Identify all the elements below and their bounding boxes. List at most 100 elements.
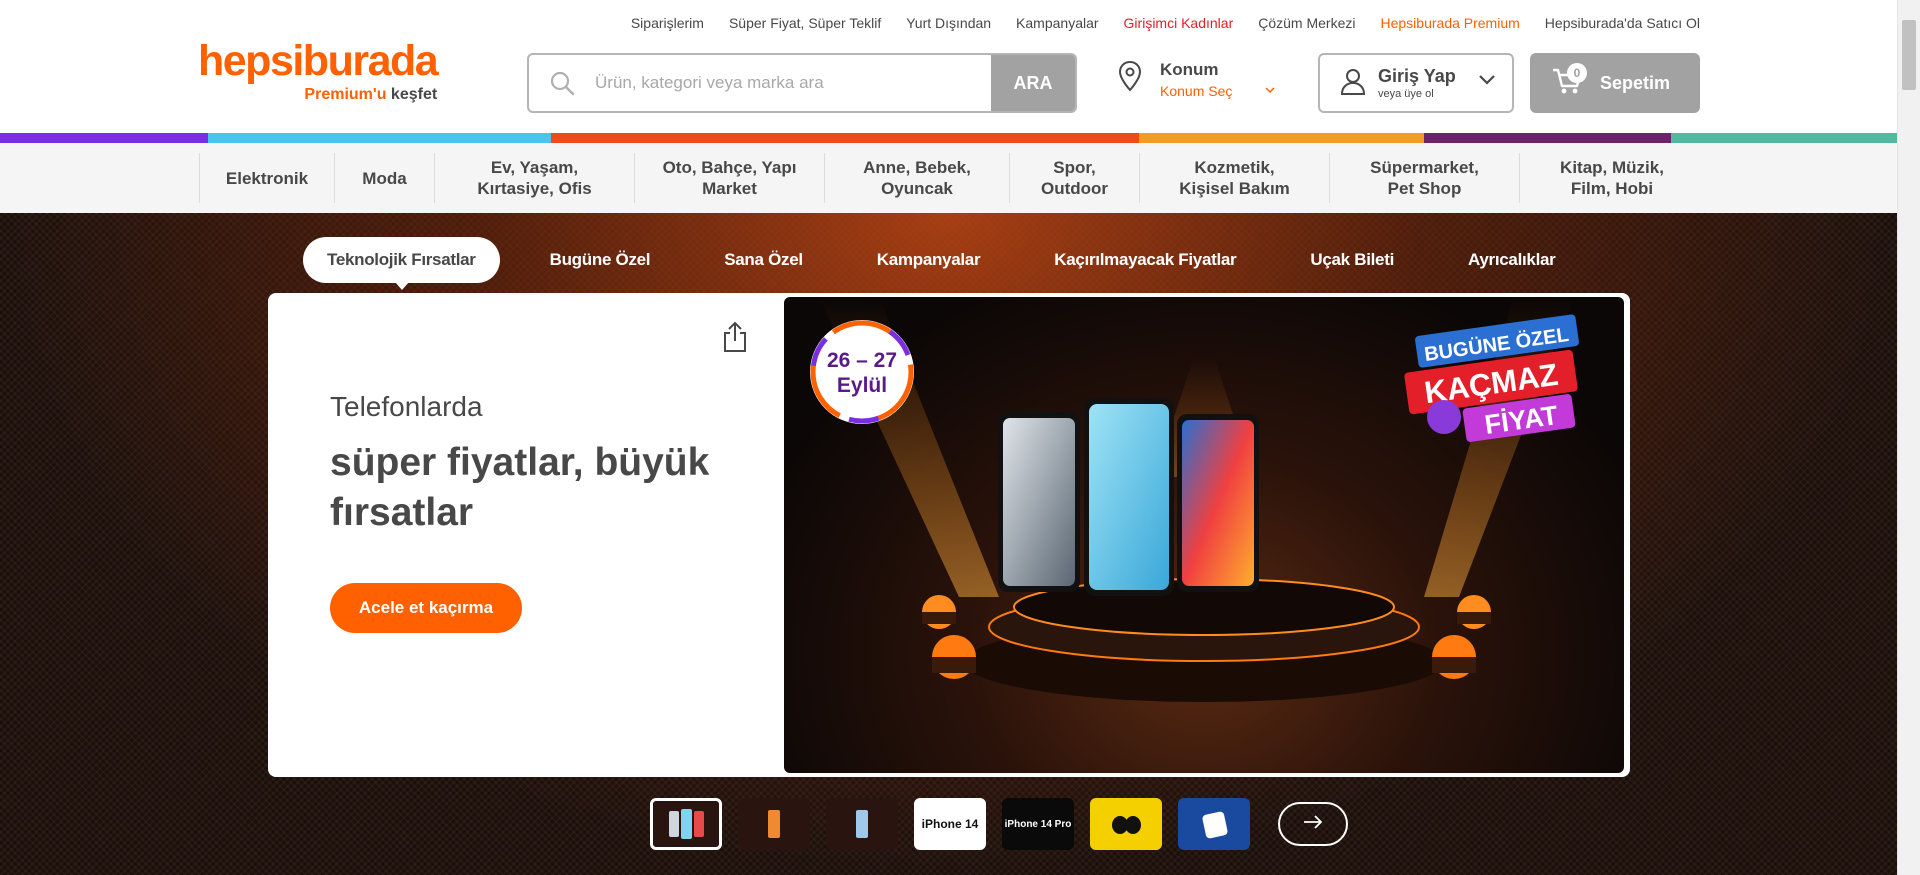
- hero-panel: Telefonlarda süper fiyatlar, büyük fırsa…: [268, 293, 1630, 777]
- cart-count-badge: 0: [1567, 63, 1587, 83]
- thumbnail-label: iPhone 14 Pro: [1004, 818, 1072, 830]
- top-links: Siparişlerim Süper Fiyat, Süper Teklif Y…: [620, 15, 1700, 31]
- category-label: Market: [702, 179, 757, 198]
- top-link-women-entrepreneurs[interactable]: Girişimci Kadınlar: [1124, 15, 1234, 31]
- logo-tagline-premium: Premium'u: [304, 86, 387, 103]
- category-fashion[interactable]: Moda: [334, 153, 434, 203]
- phone-center-screen: [1089, 404, 1169, 590]
- stripe-orange: [1139, 133, 1424, 143]
- user-icon: [1340, 67, 1366, 100]
- siren-light: [1432, 635, 1476, 679]
- thumbnail-label: iPhone 14: [921, 817, 979, 831]
- page-scrollbar[interactable]: [1897, 0, 1920, 875]
- location-subtitle: Konum Seç: [1160, 83, 1233, 99]
- search-bar: ARA: [527, 53, 1077, 113]
- hero-thumbnails: iPhone 14 iPhone 14 Pro: [650, 798, 1348, 850]
- date-badge-line1: 26 – 27: [827, 349, 897, 372]
- hero-section: Teknolojik Fırsatlar Bugüne Özel Sana Öz…: [0, 213, 1897, 875]
- top-link-super-price[interactable]: Süper Fiyat, Süper Teklif: [729, 15, 881, 31]
- account-login-button[interactable]: Giriş Yap veya üye ol: [1318, 53, 1514, 113]
- category-label: Outdoor: [1040, 179, 1109, 198]
- logo-tagline-discover: keşfet: [390, 86, 438, 103]
- logo-tagline[interactable]: Premium'u keşfet: [304, 86, 437, 104]
- tab-for-you[interactable]: Sana Özel: [700, 237, 827, 283]
- chevron-down-icon: [1478, 73, 1496, 91]
- tab-flight-tickets[interactable]: Uçak Bileti: [1286, 237, 1418, 283]
- stripe-purple: [0, 133, 208, 143]
- search-icon: [529, 55, 595, 111]
- category-label: Süpermarket,: [1370, 158, 1479, 177]
- stripe-plum: [1424, 133, 1671, 143]
- thumbnails-next-button[interactable]: [1278, 802, 1348, 846]
- tab-tech-deals[interactable]: Teknolojik Fırsatlar: [303, 237, 500, 290]
- logo-brand-text[interactable]: hepsiburada: [198, 36, 439, 86]
- tab-privileges[interactable]: Ayrıcalıklar: [1444, 237, 1579, 283]
- top-link-orders[interactable]: Siparişlerim: [631, 15, 704, 31]
- phone-right-screen: [1182, 420, 1254, 586]
- cart-label: Sepetim: [1600, 72, 1671, 93]
- phone-left-screen: [1003, 418, 1075, 586]
- hero-title: süper fiyatlar, büyük fırsatlar: [330, 441, 710, 534]
- category-sport-outdoor[interactable]: Spor, Outdoor: [1009, 153, 1139, 203]
- thumbnail-earbuds[interactable]: [1090, 798, 1162, 850]
- thumbnail-device[interactable]: [1178, 798, 1250, 850]
- stripe-green: [1671, 133, 1897, 143]
- top-link-become-seller[interactable]: Hepsiburada'da Satıcı Ol: [1545, 15, 1700, 31]
- search-button[interactable]: ARA: [991, 55, 1075, 111]
- siren-light: [932, 635, 976, 679]
- account-title: Giriş Yap: [1378, 66, 1456, 86]
- thumbnail-iphone14-pro[interactable]: iPhone 14 Pro: [1002, 798, 1074, 850]
- top-link-help-center[interactable]: Çözüm Merkezi: [1258, 15, 1355, 31]
- scrollbar-thumb[interactable]: [1902, 20, 1916, 90]
- category-label: Film, Hobi: [1570, 179, 1654, 198]
- hero-cta-button[interactable]: Acele et kaçırma: [330, 583, 522, 633]
- category-label: Ev, Yaşam,: [490, 158, 579, 177]
- promo-badge: BUGÜNE ÖZEL KAÇMAZ FİYAT: [1404, 314, 1579, 442]
- siren-light: [922, 595, 956, 629]
- date-badge: 26 – 27 Eylül: [810, 320, 914, 424]
- location-pin-icon: [1118, 60, 1142, 97]
- tab-today-special[interactable]: Bugüne Özel: [526, 237, 675, 283]
- color-stripe: [0, 133, 1897, 143]
- site-logo[interactable]: hepsiburada Premium'u keşfet: [198, 36, 439, 103]
- siren-light: [1457, 595, 1491, 629]
- thumbnail-phone-orange[interactable]: [738, 798, 810, 850]
- top-link-premium[interactable]: Hepsiburada Premium: [1381, 15, 1520, 31]
- hero-banner-image[interactable]: 26 – 27 Eylül BUGÜNE ÖZEL KAÇMAZ FİYAT: [784, 297, 1624, 773]
- category-electronics[interactable]: Elektronik: [199, 153, 334, 203]
- share-icon[interactable]: [722, 321, 748, 358]
- category-home-living[interactable]: Ev, Yaşam, Kırtasiye, Ofis: [434, 153, 634, 203]
- thumbnail-iphone14[interactable]: iPhone 14: [914, 798, 986, 850]
- thumbnail-phones[interactable]: [650, 798, 722, 850]
- category-label: Kozmetik,: [1194, 158, 1275, 177]
- stripe-blue: [208, 133, 551, 143]
- top-link-campaigns[interactable]: Kampanyalar: [1016, 15, 1099, 31]
- category-label: Anne, Bebek,: [863, 158, 971, 177]
- category-label: Elektronik: [225, 168, 309, 188]
- category-label: Pet Shop: [1387, 179, 1462, 198]
- account-subtitle: veya üye ol: [1378, 88, 1434, 100]
- cart-button[interactable]: 0 Sepetim: [1530, 53, 1700, 113]
- category-label: Moda: [362, 168, 407, 188]
- category-label: Oto, Bahçe, Yapı: [662, 158, 797, 177]
- top-link-abroad[interactable]: Yurt Dışından: [906, 15, 991, 31]
- thumbnail-phone-blue[interactable]: [826, 798, 898, 850]
- chevron-down-icon: [1265, 85, 1275, 97]
- category-supermarket[interactable]: Süpermarket, Pet Shop: [1329, 153, 1519, 203]
- stripe-red: [551, 133, 1139, 143]
- date-badge-line2: Eylül: [837, 374, 887, 397]
- category-books-music[interactable]: Kitap, Müzik, Film, Hobi: [1519, 153, 1704, 203]
- location-title: Konum: [1160, 60, 1219, 79]
- category-mother-baby[interactable]: Anne, Bebek, Oyuncak: [824, 153, 1009, 203]
- search-input[interactable]: [595, 55, 991, 111]
- hero-tabs: Teknolojik Fırsatlar Bugüne Özel Sana Öz…: [303, 237, 1605, 290]
- location-selector[interactable]: Konum Konum Seç: [1118, 60, 1275, 99]
- category-label: Spor,: [1053, 158, 1096, 177]
- category-cosmetics[interactable]: Kozmetik, Kişisel Bakım: [1139, 153, 1329, 203]
- tab-campaigns[interactable]: Kampanyalar: [853, 237, 1004, 283]
- arrow-right-icon: [1302, 814, 1324, 834]
- category-auto-garden[interactable]: Oto, Bahçe, Yapı Market: [634, 153, 824, 203]
- hero-subtitle: Telefonlarda: [330, 391, 483, 422]
- category-label: Kırtasiye, Ofis: [477, 179, 592, 198]
- tab-unmissable-prices[interactable]: Kaçırılmayacak Fiyatlar: [1030, 237, 1260, 283]
